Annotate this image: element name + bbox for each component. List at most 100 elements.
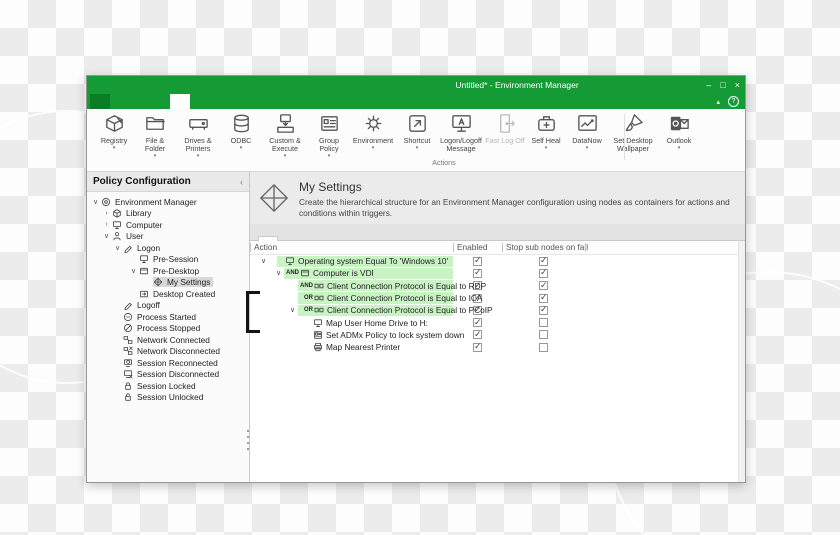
action-cell: Set ADMx Policy to lock system down [250,329,464,341]
stop-sub-nodes-cell [502,256,585,266]
table-row[interactable]: ∨ AND Computer is VDI [250,267,745,280]
column-header-enabled[interactable]: Enabled [453,243,502,252]
panel-splitter[interactable] [247,430,249,454]
tree-item[interactable]: Network Disconnected [112,346,249,358]
menu-tab[interactable] [130,94,150,109]
ribbon-button[interactable]: DataNow ▾ [567,112,607,159]
ribbon-button[interactable]: Fast Log Off [485,112,525,159]
stop-sub-nodes-checkbox[interactable] [539,330,548,340]
ribbon-button-label: Fast Log Off [485,136,525,145]
tree-item[interactable]: Process Started [112,311,249,323]
tree-item[interactable]: Session Locked [112,380,249,392]
table-row[interactable]: ∨ Operating system Equal To 'Windows 10' [250,255,745,267]
tree-item[interactable]: ∨ Pre-Desktop [128,265,249,277]
stop-sub-nodes-checkbox[interactable] [539,268,548,278]
tree-item-label: Logon [137,242,161,253]
tree-item-label: Session Unlocked [137,392,204,403]
enabled-checkbox[interactable] [473,256,482,266]
column-header-stop-sub-nodes[interactable]: Stop sub nodes on fail [502,243,588,252]
menu-tab[interactable] [230,94,250,109]
tree-expander-icon[interactable]: › [101,221,112,228]
menu-tab[interactable] [250,94,270,109]
table-row[interactable]: Map Nearest Printer [250,341,745,353]
collapse-panel-icon[interactable]: ‹ [240,177,243,187]
ribbon-button[interactable]: ODBC ▾ [221,112,261,159]
tree-item-icon [101,197,114,207]
column-header-action[interactable]: Action [250,243,453,252]
tree-item-body: Pre-Session [139,254,201,264]
action-label: Client Connection Protocol is Equal to R… [327,280,487,291]
menu-tab[interactable] [90,94,110,109]
ribbon-button[interactable]: Set Desktop Wallpaper [608,112,658,159]
ribbon-button[interactable]: Custom & Execute ▾ [262,112,308,159]
tree-expander-icon[interactable]: › [101,210,112,217]
ribbon-button-icon [230,112,253,135]
ribbon-button[interactable]: Group Policy ▾ [309,112,349,159]
row-expander-icon[interactable]: ∨ [258,257,269,265]
ribbon-button[interactable]: Shortcut ▾ [397,112,437,159]
stop-sub-nodes-checkbox[interactable] [539,256,548,266]
tree-item[interactable]: › Computer [101,219,249,231]
restore-button[interactable]: □ [720,76,725,94]
ribbon-button[interactable]: Logon/Logoff Message [438,112,484,159]
menu-tab[interactable] [110,94,130,109]
stop-sub-nodes-checkbox[interactable] [539,281,548,291]
tree-item[interactable]: ∨ Logon [112,242,249,254]
stop-sub-nodes-checkbox[interactable] [539,293,548,303]
tree-item-body: Process Stopped [123,323,203,333]
tree-item-body: Environment Manager [101,197,200,207]
tree-item[interactable]: Network Connected [112,334,249,346]
action-cell: ∨ AND Computer is VDI [250,267,453,280]
tree-expander-icon[interactable]: ∨ [101,232,112,240]
menu-tab[interactable] [210,94,230,109]
tree-item[interactable]: › Library [101,208,249,220]
enabled-checkbox[interactable] [473,268,482,278]
tree-item[interactable]: Session Disconnected [112,369,249,381]
ribbon-button[interactable]: Environment ▾ [350,112,396,159]
menu-tab[interactable] [170,94,190,109]
tree-expander-icon[interactable]: ∨ [90,198,101,206]
help-icon[interactable]: ? [728,96,739,107]
table-row[interactable]: AND Client Connection Protocol is Equal … [250,280,745,292]
tab[interactable] [278,236,296,240]
tree-item[interactable]: Logoff [112,300,249,312]
tree-item[interactable]: Session Reconnected [112,357,249,369]
tree-item[interactable]: Process Stopped [112,323,249,335]
enabled-checkbox[interactable] [473,330,482,340]
row-icon [314,293,327,303]
menu-tab[interactable] [190,94,210,109]
tree-item[interactable]: Pre-Session [128,254,249,266]
tree-expander-icon[interactable]: ∨ [128,267,139,275]
vertical-scrollbar[interactable] [738,241,745,482]
minimize-button[interactable]: – [706,76,711,94]
ribbon-button[interactable]: File & Folder ▾ [135,112,175,159]
actions-table: Action Enabled Stop sub nodes on fail ∨ [250,241,745,482]
tree-item-icon [112,208,125,218]
table-row[interactable]: Set ADMx Policy to lock system down [250,329,745,341]
stop-sub-nodes-checkbox[interactable] [539,318,548,328]
ribbon-button[interactable]: Outlook ▾ [659,112,699,159]
collapse-ribbon-icon[interactable]: ▴ [716,98,720,106]
table-row[interactable]: ∨ OR Client Connection Protocol is Equal… [250,304,745,316]
menu-tab[interactable] [150,94,170,109]
stop-sub-nodes-checkbox[interactable] [539,342,548,352]
row-expander-icon[interactable]: ∨ [273,269,284,277]
tree-item[interactable]: ∨ Environment Manager [90,196,249,208]
row-expander-icon[interactable]: ∨ [287,306,298,314]
tree-item[interactable]: Session Unlocked [112,392,249,404]
tree-expander-icon[interactable]: ∨ [112,244,123,252]
ribbon-button[interactable]: Registry ▾ [94,112,134,159]
action-cell: ∨ OR Client Connection Protocol is Equal… [250,304,493,316]
table-row[interactable]: Map User Home Drive to H: [250,316,745,328]
tree-item[interactable]: ∨ User [101,231,249,243]
table-row[interactable]: OR Client Connection Protocol is Equal t… [250,292,745,304]
enabled-checkbox[interactable] [473,318,482,328]
ribbon-button[interactable]: Self Heal ▾ [526,112,566,159]
close-button[interactable]: × [735,76,740,94]
enabled-checkbox[interactable] [473,342,482,352]
window-controls: – □ × [706,76,740,94]
ribbon-button[interactable]: Drives & Printers ▾ [176,112,220,159]
stop-sub-nodes-checkbox[interactable] [539,305,548,315]
tree-item[interactable]: My Settings [142,277,249,289]
tree-item[interactable]: Desktop Created [128,288,249,300]
